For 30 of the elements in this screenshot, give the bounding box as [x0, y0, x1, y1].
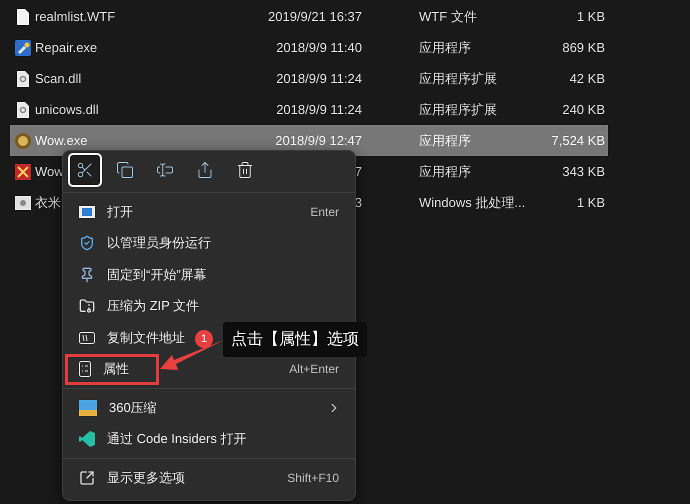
file-type: Windows 批处理...	[419, 194, 526, 212]
file-size: 1 KB	[576, 9, 605, 24]
file-type: 应用程序扩展	[419, 100, 497, 118]
file-name: Repair.exe	[35, 40, 98, 55]
file-date: 2018/9/9 12:47	[275, 133, 362, 148]
file-type: 应用程序	[419, 162, 471, 180]
file-date: 2019/9/21 16:37	[268, 9, 362, 24]
file-size: 7,524 KB	[552, 133, 605, 148]
file-name: Wow.exe	[35, 133, 88, 148]
file-type: 应用程序	[419, 38, 471, 56]
file-type: 应用程序	[419, 132, 471, 150]
file-type: WTF 文件	[419, 8, 477, 26]
callout-text: 点击【属性】选项	[223, 322, 367, 357]
file-size: 42 KB	[570, 71, 605, 86]
file-date: 2018/9/9 11:24	[276, 71, 362, 86]
file-date: 7	[354, 164, 362, 179]
shortcut-text: Shift+F10	[287, 470, 339, 485]
file-type: 应用程序扩展	[419, 70, 497, 88]
file-name: Scan.dll	[35, 71, 82, 86]
file-size: 240 KB	[562, 102, 605, 117]
file-name: realmlist.WTF	[35, 9, 116, 24]
file-name: unicows.dll	[35, 102, 99, 117]
file-date: 2018/9/9 11:40	[276, 40, 362, 55]
shortcut-text: Alt+Enter	[289, 362, 339, 376]
file-size: 343 KB	[562, 164, 605, 179]
file-name: 衣米	[35, 194, 61, 212]
file-size: 1 KB	[576, 195, 605, 210]
file-date: 2018/9/9 11:24	[276, 102, 362, 117]
file-size: 869 KB	[562, 40, 605, 55]
shortcut-text: Enter	[310, 204, 339, 219]
